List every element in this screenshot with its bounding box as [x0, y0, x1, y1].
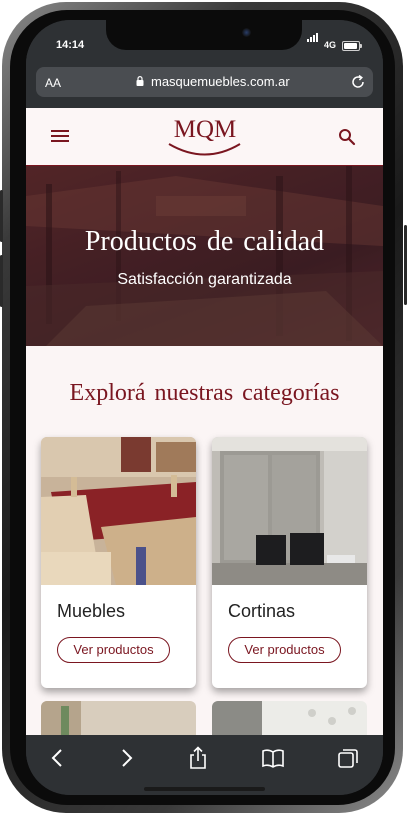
- hero-subtitle: Satisfacción garantizada: [117, 271, 292, 288]
- back-icon[interactable]: [46, 746, 70, 770]
- share-icon[interactable]: [186, 746, 210, 770]
- forward-icon[interactable]: [114, 746, 138, 770]
- hamburger-menu-icon[interactable]: [51, 130, 69, 143]
- web-page: MQM Productos de calidad Satisfacción ga…: [26, 108, 383, 735]
- logo-smile-icon: [168, 143, 241, 156]
- home-indicator[interactable]: [144, 787, 265, 791]
- category-photo: [212, 701, 367, 735]
- url-text[interactable]: masquemuebles.com.ar: [151, 74, 290, 89]
- category-card-partial[interactable]: [212, 701, 367, 735]
- category-name: Cortinas: [228, 601, 296, 621]
- battery-tip: [360, 44, 362, 48]
- category-card-muebles[interactable]: Muebles Ver productos: [41, 437, 196, 688]
- bookmarks-icon[interactable]: [261, 746, 285, 770]
- site-header: MQM: [26, 108, 383, 166]
- status-bar: 14:14 4G: [26, 20, 383, 66]
- view-products-button[interactable]: Ver productos: [57, 637, 170, 663]
- site-logo[interactable]: MQM: [166, 113, 244, 161]
- address-bar[interactable]: AA masquemuebles.com.ar: [36, 67, 373, 97]
- phone-screen: 14:14 4G AA masquemuebles.com.ar MQM Pro…: [26, 20, 383, 795]
- furniture-photo: [41, 437, 196, 585]
- status-time: 14:14: [56, 39, 85, 51]
- reload-icon[interactable]: [349, 73, 367, 91]
- category-card-partial[interactable]: [41, 701, 196, 735]
- hero-banner: Productos de calidad Satisfacción garant…: [26, 166, 383, 346]
- battery-icon: [342, 41, 360, 51]
- lock-icon: [136, 76, 144, 86]
- view-products-button[interactable]: Ver productos: [228, 637, 341, 663]
- text-size-button[interactable]: AA: [45, 76, 61, 90]
- hero-title: Productos de calidad: [84, 226, 325, 257]
- notch: [106, 20, 302, 50]
- search-icon[interactable]: [338, 128, 356, 146]
- front-camera: [242, 28, 251, 37]
- category-photo: [41, 701, 196, 735]
- tabs-icon[interactable]: [336, 746, 360, 770]
- categories-heading: Explorá nuestras categorías: [69, 380, 340, 406]
- volume-button: [0, 255, 3, 307]
- browser-toolbar: [26, 736, 383, 795]
- category-card-cortinas[interactable]: Cortinas Ver productos: [212, 437, 367, 688]
- curtains-photo: [212, 437, 367, 585]
- volume-button: [0, 190, 3, 242]
- network-type: 4G: [324, 40, 337, 50]
- logo-text: MQM: [173, 116, 237, 143]
- category-name: Muebles: [57, 601, 126, 621]
